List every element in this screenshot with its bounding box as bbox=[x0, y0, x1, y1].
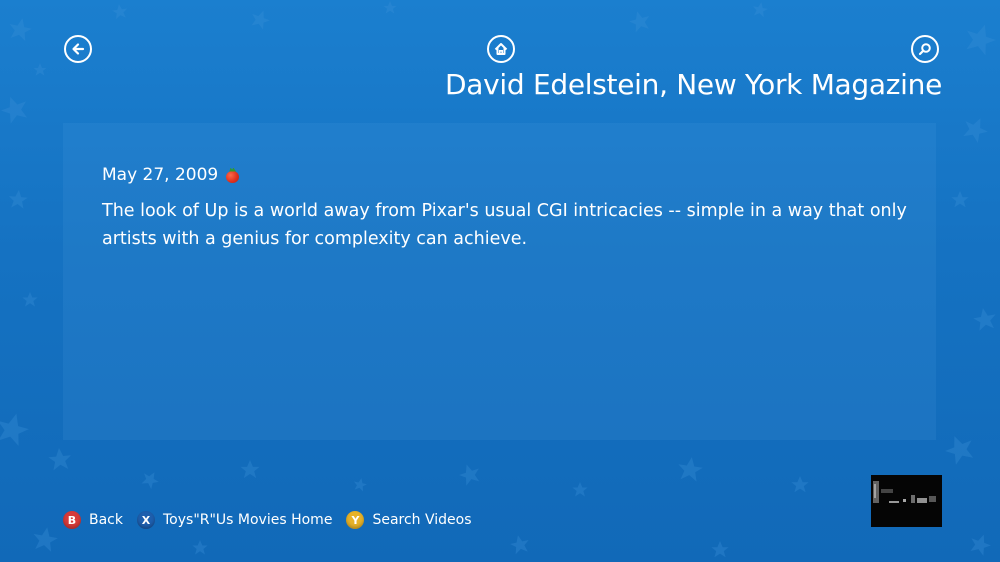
button-legend: B Back X Toys"R"Us Movies Home Y Search … bbox=[63, 511, 486, 529]
home-button[interactable] bbox=[487, 35, 515, 63]
video-thumbnail[interactable] bbox=[871, 475, 942, 527]
legend-back[interactable]: B Back bbox=[63, 511, 123, 529]
legend-movies-home[interactable]: X Toys"R"Us Movies Home bbox=[137, 511, 332, 529]
review-panel: May 27, 2009 The look of Up is a world a… bbox=[63, 123, 936, 440]
y-button-icon: Y bbox=[346, 511, 365, 529]
search-icon bbox=[918, 43, 931, 56]
home-icon bbox=[494, 43, 508, 55]
review-date: May 27, 2009 bbox=[102, 165, 219, 185]
back-arrow-icon bbox=[72, 43, 85, 55]
legend-movies-home-label: Toys"R"Us Movies Home bbox=[163, 512, 333, 528]
page-title: David Edelstein, New York Magazine bbox=[445, 68, 942, 101]
search-button[interactable] bbox=[911, 35, 939, 63]
video-preview-image bbox=[871, 475, 942, 527]
legend-back-label: Back bbox=[89, 512, 123, 528]
legend-search-videos-label: Search Videos bbox=[372, 512, 472, 528]
review-quote: The look of Up is a world away from Pixa… bbox=[102, 201, 907, 249]
fresh-tomato-icon bbox=[226, 170, 240, 183]
back-button[interactable] bbox=[64, 35, 92, 63]
b-button-icon: B bbox=[63, 511, 81, 529]
legend-search-videos[interactable]: Y Search Videos bbox=[346, 511, 472, 529]
review-date-row: May 27, 2009 bbox=[102, 165, 240, 185]
x-button-icon: X bbox=[137, 511, 155, 529]
